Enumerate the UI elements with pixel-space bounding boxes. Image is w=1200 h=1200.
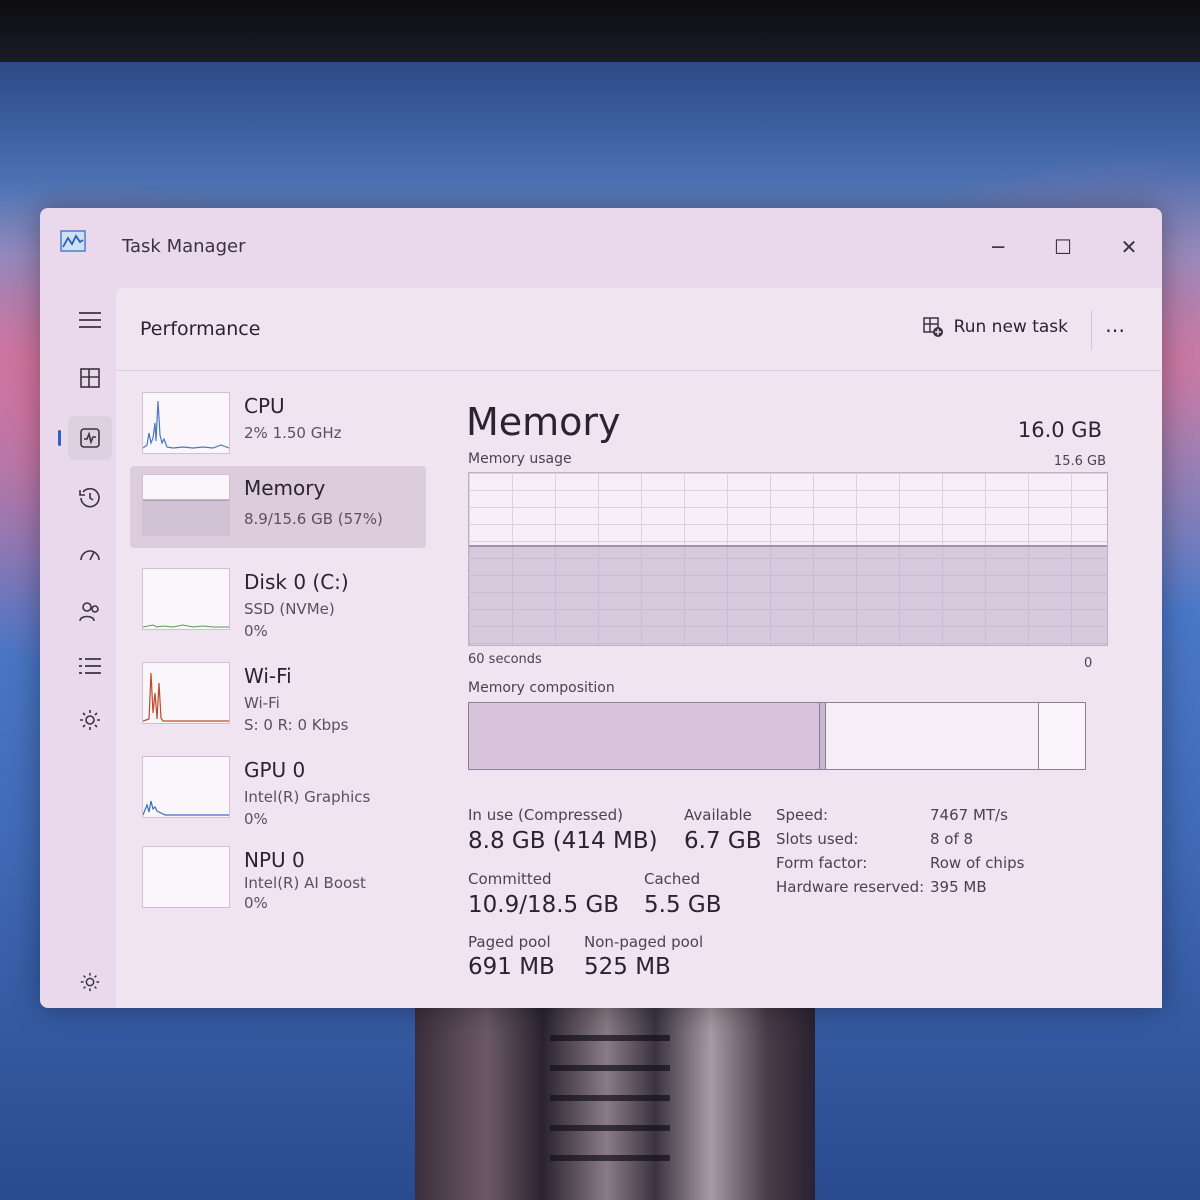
device-utilization: 0%: [244, 622, 268, 640]
graph-time-span: 60 seconds: [468, 652, 542, 667]
paged-pool-label: Paged pool: [468, 933, 551, 951]
performance-icon[interactable]: [58, 416, 112, 460]
composition-free: [1038, 703, 1085, 769]
run-new-task-label: Run new task: [953, 317, 1068, 337]
spec-slots-value: 8 of 8: [930, 830, 974, 848]
device-memory[interactable]: Memory 8.9/15.6 GB (57%): [130, 466, 426, 548]
services-icon[interactable]: [68, 698, 112, 742]
hamburger-menu-icon[interactable]: [68, 298, 112, 342]
wallpaper-dock: [415, 1005, 815, 1200]
run-new-task-button[interactable]: Run new task: [922, 316, 1068, 338]
non-paged-pool-value: 525 MB: [584, 954, 671, 980]
memory-usage-fill: [469, 544, 1107, 645]
spec-speed-key: Speed:: [776, 806, 829, 824]
available-label: Available: [684, 806, 752, 824]
device-utilization: 0%: [244, 894, 268, 912]
users-icon[interactable]: [68, 590, 112, 634]
run-task-icon: [922, 317, 943, 337]
gpu-thumbnail-graph: [142, 756, 230, 818]
monitor-bezel: [0, 0, 1200, 62]
spec-hardware-reserved-value: 395 MB: [930, 878, 987, 896]
cpu-thumbnail-graph: [142, 392, 230, 454]
device-cpu[interactable]: CPU 2% 1.50 GHz: [130, 384, 426, 466]
available-value: 6.7 GB: [684, 828, 762, 854]
task-manager-app-icon: [60, 230, 86, 252]
page-title: Performance: [140, 318, 261, 340]
close-button[interactable]: ✕: [1114, 232, 1144, 262]
non-paged-pool-label: Non-paged pool: [584, 933, 704, 951]
task-manager-window: Task Manager ─ ☐ ✕ Performance Run new t…: [40, 208, 1162, 1008]
dock-step: [550, 1125, 670, 1131]
wifi-thumbnail-graph: [142, 662, 230, 724]
memory-composition-label: Memory composition: [468, 680, 615, 696]
window-title: Task Manager: [122, 236, 246, 257]
device-npu[interactable]: NPU 0 Intel(R) AI Boost 0%: [130, 838, 426, 920]
spec-form-factor-value: Row of chips: [930, 854, 1025, 872]
app-history-icon[interactable]: [68, 476, 112, 520]
left-nav: [58, 288, 118, 1008]
device-name: Disk 0 (C:): [244, 570, 349, 594]
device-utilization: 0%: [244, 810, 268, 828]
committed-label: Committed: [468, 870, 552, 888]
composition-in-use: [469, 703, 821, 769]
device-name: GPU 0: [244, 758, 306, 782]
graph-time-end: 0: [1084, 656, 1093, 671]
memory-usage-graph: [468, 472, 1108, 646]
device-detail: Intel(R) Graphics: [244, 788, 371, 806]
more-options-button[interactable]: ⋯: [1105, 318, 1126, 342]
device-detail: 8.9/15.6 GB (57%): [244, 510, 383, 528]
npu-thumbnail-graph: [142, 846, 230, 908]
memory-thumbnail-graph: [142, 474, 230, 536]
details-icon[interactable]: [68, 644, 112, 688]
dock-step: [550, 1065, 670, 1071]
paged-pool-value: 691 MB: [468, 954, 555, 980]
device-name: CPU: [244, 394, 285, 418]
device-detail: 2% 1.50 GHz: [244, 424, 342, 442]
dock-step: [550, 1095, 670, 1101]
spec-speed-value: 7467 MT/s: [930, 806, 1008, 824]
device-throughput: S: 0 R: 0 Kbps: [244, 716, 349, 734]
minimize-button[interactable]: ─: [983, 232, 1013, 262]
device-name: Wi-Fi: [244, 664, 292, 688]
spec-form-factor-key: Form factor:: [776, 854, 868, 872]
device-detail: Intel(R) AI Boost: [244, 874, 366, 892]
settings-icon[interactable]: [68, 960, 112, 1004]
memory-usage-max: 15.6 GB: [1053, 454, 1106, 469]
cached-value: 5.5 GB: [644, 892, 722, 918]
performance-panel: Performance Run new task ⋯ CPU 2% 1.50 G…: [116, 288, 1162, 1008]
spec-slots-key: Slots used:: [776, 830, 859, 848]
device-disk[interactable]: Disk 0 (C:) SSD (NVMe) 0%: [130, 560, 426, 642]
memory-composition-bar: [468, 702, 1086, 770]
in-use-label: In use (Compressed): [468, 806, 623, 824]
in-use-value: 8.8 GB (414 MB): [468, 828, 658, 854]
startup-apps-icon[interactable]: [68, 532, 112, 576]
device-wifi[interactable]: Wi-Fi Wi-Fi S: 0 R: 0 Kbps: [130, 654, 426, 736]
spec-hardware-reserved-key: Hardware reserved:: [776, 878, 925, 896]
memory-total: 16.0 GB: [1017, 418, 1102, 442]
device-detail: SSD (NVMe): [244, 600, 335, 618]
device-gpu[interactable]: GPU 0 Intel(R) Graphics 0%: [130, 748, 426, 830]
header-divider: [1091, 310, 1092, 350]
dock-step: [550, 1155, 670, 1161]
processes-icon[interactable]: [68, 356, 112, 400]
cached-label: Cached: [644, 870, 701, 888]
header-separator: [116, 370, 1162, 371]
device-name: NPU 0: [244, 848, 305, 872]
maximize-button[interactable]: ☐: [1048, 232, 1078, 262]
committed-value: 10.9/18.5 GB: [468, 892, 620, 918]
detail-title: Memory: [466, 400, 621, 444]
memory-usage-label: Memory usage: [468, 451, 572, 467]
composition-standby: [826, 703, 1039, 769]
device-detail: Wi-Fi: [244, 694, 280, 712]
disk-thumbnail-graph: [142, 568, 230, 630]
dock-step: [550, 1035, 670, 1041]
device-name: Memory: [244, 476, 326, 500]
